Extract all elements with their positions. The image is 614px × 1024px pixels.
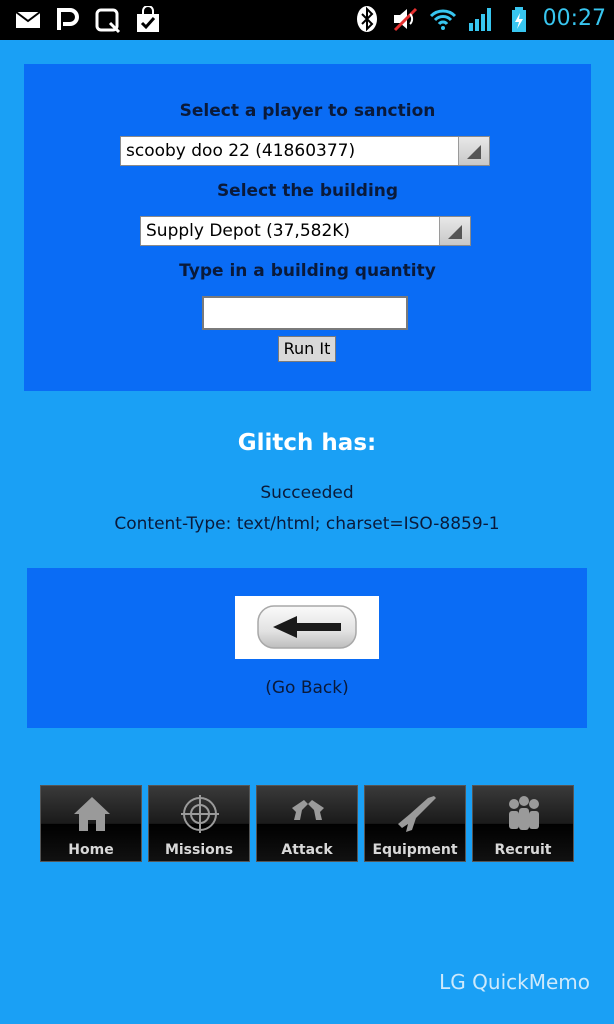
result-title: Glitch has: <box>237 430 377 456</box>
building-select[interactable]: Supply Depot (37,582K) <box>140 216 471 246</box>
nav-recruit[interactable]: Recruit <box>472 785 574 862</box>
nav-home-label: Home <box>68 842 114 858</box>
nav-equipment[interactable]: Equipment <box>364 785 466 862</box>
status-time: 00:27 <box>542 6 606 31</box>
sanction-form-panel: Select a player to sanction scooby doo 2… <box>24 64 591 391</box>
player-label: Select a player to sanction <box>179 101 436 121</box>
quickremote-icon <box>95 8 121 34</box>
player-select[interactable]: scooby doo 22 (41860377) <box>120 136 490 166</box>
run-it-button[interactable]: Run It <box>278 336 336 362</box>
player-select-value: scooby doo 22 (41860377) <box>126 141 356 161</box>
go-back-caption[interactable]: (Go Back) <box>27 678 587 698</box>
home-icon <box>74 797 110 831</box>
bottom-nav: Home Missions Attack Equipment Recruit <box>40 785 574 862</box>
result-status: Succeeded <box>260 483 354 503</box>
mail-icon <box>15 11 41 28</box>
rifle-icon <box>398 796 436 832</box>
building-label: Select the building <box>216 181 399 201</box>
go-back-panel: (Go Back) <box>27 568 587 728</box>
result-content-type: Content-Type: text/html; charset=ISO-885… <box>114 514 500 534</box>
nav-recruit-label: Recruit <box>494 842 552 858</box>
signal-icon <box>468 8 491 31</box>
nav-equipment-label: Equipment <box>372 842 458 858</box>
nav-attack[interactable]: Attack <box>256 785 358 862</box>
chevron-down-icon[interactable] <box>458 137 489 165</box>
quantity-label: Type in a building quantity <box>179 261 436 281</box>
pinterest-icon <box>57 8 79 30</box>
people-icon <box>509 796 539 830</box>
crosshair-icon <box>181 795 219 833</box>
bluetooth-icon <box>356 6 377 32</box>
back-button[interactable] <box>235 596 379 659</box>
muted-icon <box>393 7 417 32</box>
shopping-bag-icon <box>137 6 159 32</box>
building-select-value: Supply Depot (37,582K) <box>146 221 351 241</box>
pistols-icon <box>292 800 324 820</box>
nav-attack-label: Attack <box>281 842 333 858</box>
status-bar: 00:27 <box>0 0 614 40</box>
back-arrow-icon[interactable] <box>235 596 379 659</box>
battery-icon <box>511 7 526 32</box>
watermark: LG QuickMemo <box>439 970 590 994</box>
nav-missions[interactable]: Missions <box>148 785 250 862</box>
quantity-input[interactable] <box>202 296 408 330</box>
nav-missions-label: Missions <box>164 842 234 858</box>
wifi-icon <box>429 9 456 30</box>
chevron-down-icon[interactable] <box>439 217 470 245</box>
nav-home[interactable]: Home <box>40 785 142 862</box>
